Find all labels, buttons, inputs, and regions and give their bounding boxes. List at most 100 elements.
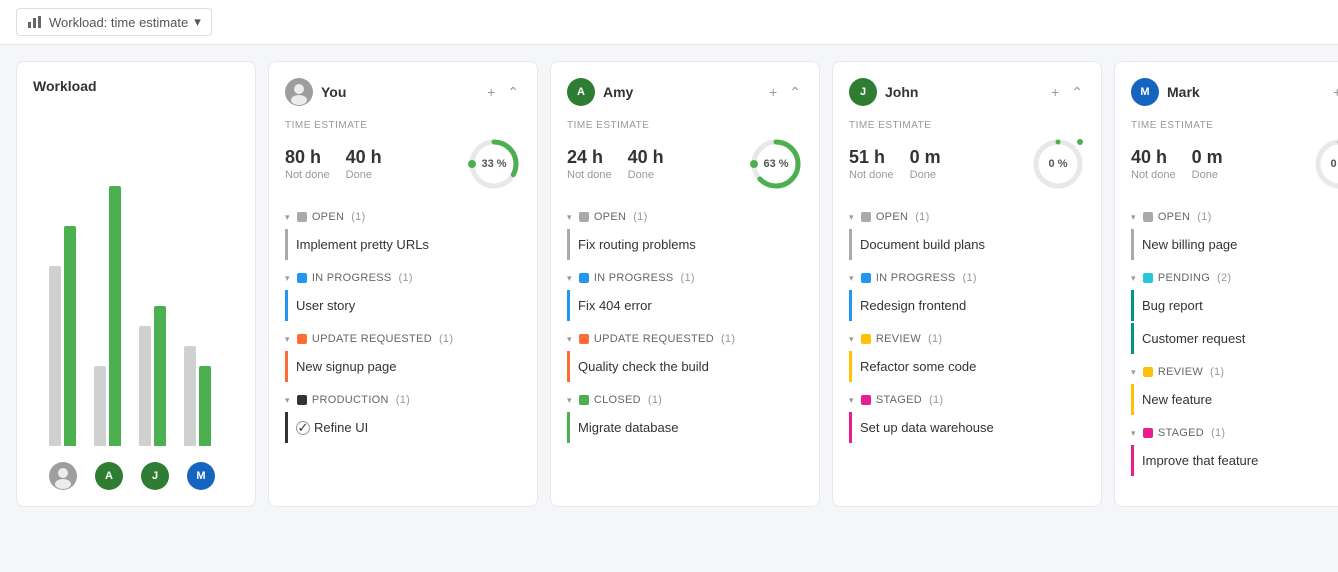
- person-header-actions: + ⌃: [1049, 82, 1085, 103]
- task-item[interactable]: New signup page: [285, 351, 521, 382]
- section-header[interactable]: ▾ IN PROGRESS (1): [285, 268, 521, 288]
- section-header[interactable]: ▾ OPEN (1): [285, 207, 521, 227]
- time-estimate-values: 40 h Not done 0 m Done 0 %: [1131, 137, 1338, 191]
- collapse-button[interactable]: ⌃: [787, 82, 803, 103]
- section-name: OPEN: [876, 211, 908, 223]
- section-name: CLOSED: [594, 394, 641, 406]
- avatar-you: [285, 78, 313, 106]
- bars-3: [139, 146, 166, 446]
- section-group-review: ▾ REVIEW (1) New feature: [1131, 362, 1338, 415]
- collapse-button[interactable]: ⌃: [505, 82, 521, 103]
- section-count: (1): [1210, 366, 1224, 378]
- task-label: New billing page: [1142, 237, 1237, 252]
- task-item[interactable]: Bug report: [1131, 290, 1338, 321]
- time-estimate-section: TIME ESTIMATE 51 h Not done 0 m Done 0 %: [849, 120, 1085, 191]
- section-name: PENDING: [1158, 272, 1210, 284]
- section-name: OPEN: [312, 211, 344, 223]
- section-header[interactable]: ▾ STAGED (1): [849, 390, 1085, 410]
- add-button[interactable]: +: [1049, 82, 1061, 102]
- dropdown-arrow: ▾: [194, 14, 201, 30]
- task-item[interactable]: ✓Refine UI: [285, 412, 521, 443]
- not-done-value: 24 h Not done: [567, 147, 612, 181]
- section-header[interactable]: ▾ STAGED (1): [1131, 423, 1338, 443]
- section-header[interactable]: ▾ IN PROGRESS (1): [849, 268, 1085, 288]
- not-done-number: 24 h: [567, 147, 612, 169]
- sections: ▾ OPEN (1) Implement pretty URLs ▾ IN PR…: [285, 207, 521, 451]
- task-item[interactable]: Fix 404 error: [567, 290, 803, 321]
- avatar-john: J: [849, 78, 877, 106]
- section-group-update-requested: ▾ UPDATE REQUESTED (1) Quality check the…: [567, 329, 803, 382]
- avatar-john: J: [141, 462, 169, 490]
- section-group-in-progress: ▾ IN PROGRESS (1) User story: [285, 268, 521, 321]
- done-value: 0 m Done: [910, 147, 941, 181]
- donut-chart: 63 %: [749, 137, 803, 191]
- task-item[interactable]: Customer request: [1131, 323, 1338, 354]
- section-count: (1): [396, 394, 410, 406]
- not-done-label: Not done: [849, 169, 894, 181]
- add-button[interactable]: +: [1331, 82, 1338, 102]
- section-header[interactable]: ▾ PRODUCTION (1): [285, 390, 521, 410]
- section-group-staged: ▾ STAGED (1) Improve that feature: [1131, 423, 1338, 476]
- add-button[interactable]: +: [767, 82, 779, 102]
- section-name: OPEN: [1158, 211, 1190, 223]
- section-dot: [861, 212, 871, 222]
- task-item[interactable]: Implement pretty URLs: [285, 229, 521, 260]
- person-info: J John: [849, 78, 918, 106]
- task-item[interactable]: Fix routing problems: [567, 229, 803, 260]
- task-item[interactable]: New billing page: [1131, 229, 1338, 260]
- section-dot: [1143, 428, 1153, 438]
- section-header[interactable]: ▾ OPEN (1): [849, 207, 1085, 227]
- not-done-value: 80 h Not done: [285, 147, 330, 181]
- section-count: (2): [1217, 272, 1231, 284]
- chart-panel: Workload: [16, 61, 256, 507]
- section-header[interactable]: ▾ OPEN (1): [1131, 207, 1338, 227]
- time-estimate-section: TIME ESTIMATE 24 h Not done 40 h Done 63…: [567, 120, 803, 191]
- person-info: You: [285, 78, 346, 106]
- bar-green-4: [199, 366, 211, 446]
- bar-group-2: [94, 146, 121, 446]
- task-item[interactable]: New feature: [1131, 384, 1338, 415]
- section-header[interactable]: ▾ CLOSED (1): [567, 390, 803, 410]
- task-item[interactable]: User story: [285, 290, 521, 321]
- avatar-amy: A: [567, 78, 595, 106]
- avatar-amy: A: [95, 462, 123, 490]
- done-value: 40 h Done: [628, 147, 664, 181]
- bar-gray-2: [94, 366, 106, 446]
- section-group-closed: ▾ CLOSED (1) Migrate database: [567, 390, 803, 443]
- chevron-down-icon: ▾: [285, 334, 290, 345]
- person-header: You + ⌃: [285, 78, 521, 106]
- section-dot: [1143, 212, 1153, 222]
- workload-dropdown-button[interactable]: Workload: time estimate ▾: [16, 8, 212, 36]
- task-label: Improve that feature: [1142, 453, 1258, 468]
- task-item[interactable]: Migrate database: [567, 412, 803, 443]
- task-item[interactable]: Improve that feature: [1131, 445, 1338, 476]
- section-count: (1): [963, 272, 977, 284]
- task-item[interactable]: Quality check the build: [567, 351, 803, 382]
- section-name: IN PROGRESS: [594, 272, 674, 284]
- section-group-update-requested: ▾ UPDATE REQUESTED (1) New signup page: [285, 329, 521, 382]
- section-header[interactable]: ▾ IN PROGRESS (1): [567, 268, 803, 288]
- time-estimate-label: TIME ESTIMATE: [849, 120, 1085, 131]
- task-item[interactable]: Document build plans: [849, 229, 1085, 260]
- section-group-production: ▾ PRODUCTION (1) ✓Refine UI: [285, 390, 521, 443]
- add-button[interactable]: +: [485, 82, 497, 102]
- section-header[interactable]: ▾ UPDATE REQUESTED (1): [567, 329, 803, 349]
- task-label: Quality check the build: [578, 359, 709, 374]
- section-name: OPEN: [594, 211, 626, 223]
- task-item[interactable]: Refactor some code: [849, 351, 1085, 382]
- collapse-button[interactable]: ⌃: [1069, 82, 1085, 103]
- person-header: J John + ⌃: [849, 78, 1085, 106]
- section-name: REVIEW: [876, 333, 921, 345]
- section-dot: [297, 212, 307, 222]
- section-header[interactable]: ▾ UPDATE REQUESTED (1): [285, 329, 521, 349]
- person-name: You: [321, 84, 346, 100]
- section-count: (1): [929, 394, 943, 406]
- section-header[interactable]: ▾ REVIEW (1): [849, 329, 1085, 349]
- section-header[interactable]: ▾ PENDING (2): [1131, 268, 1338, 288]
- section-header[interactable]: ▾ OPEN (1): [567, 207, 803, 227]
- section-header[interactable]: ▾ REVIEW (1): [1131, 362, 1338, 382]
- task-item[interactable]: Set up data warehouse: [849, 412, 1085, 443]
- task-label: Refine UI: [314, 420, 368, 435]
- done-label: Done: [1192, 169, 1223, 181]
- task-item[interactable]: Redesign frontend: [849, 290, 1085, 321]
